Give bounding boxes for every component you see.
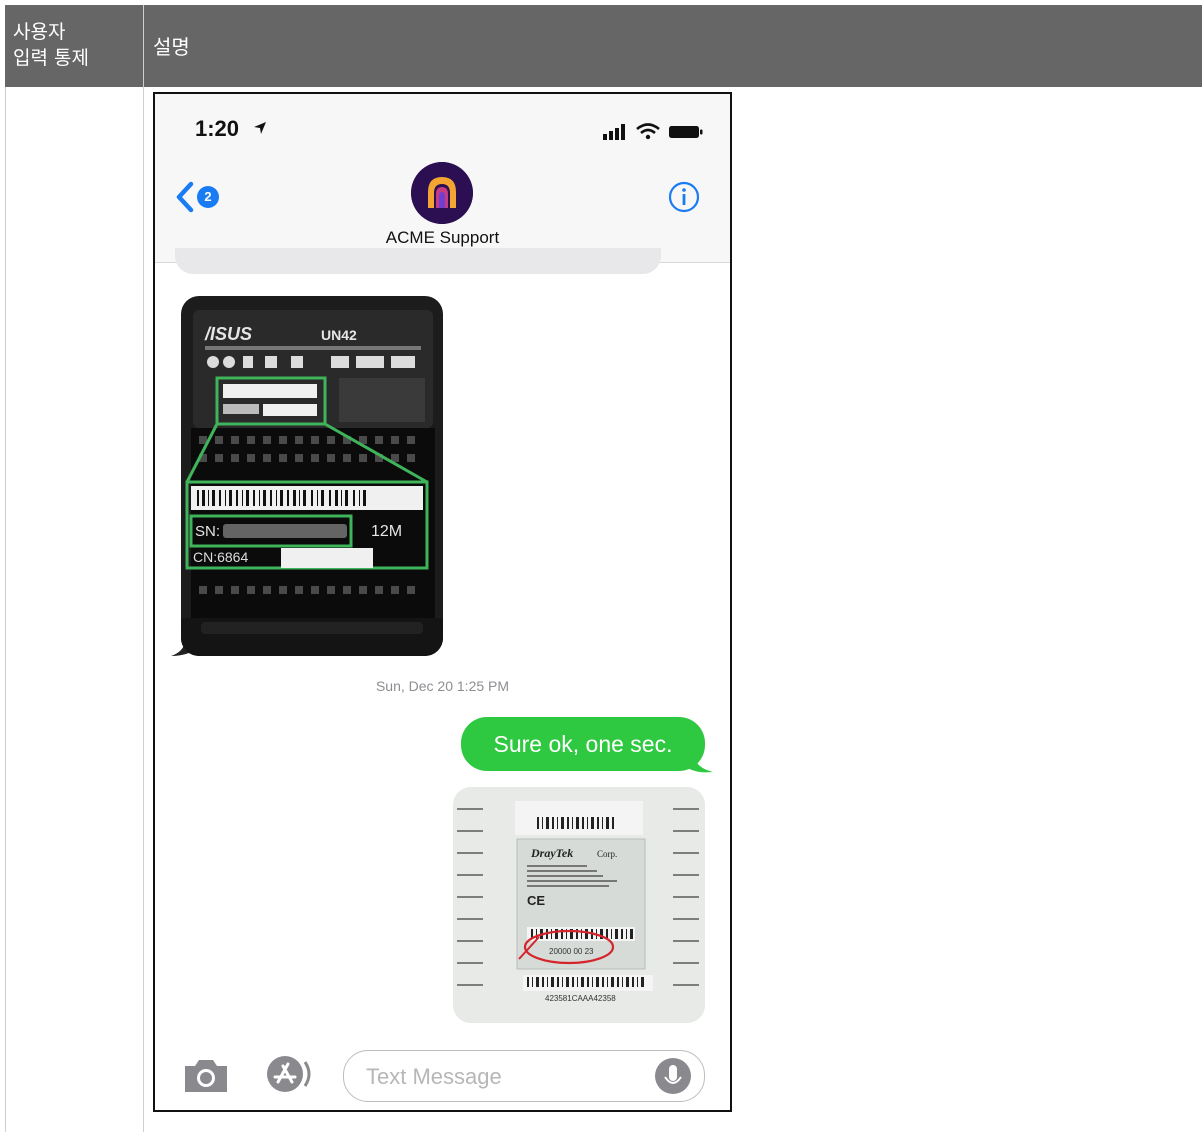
battery-icon: [669, 126, 703, 138]
label-cn: CN:6864: [193, 549, 248, 565]
label-brand: /ISUS: [204, 324, 252, 344]
app-store-icon[interactable]: [261, 1052, 321, 1096]
header-cell-user-input-control: 사용자 입력 통제: [5, 5, 144, 87]
label-sn: SN:: [195, 523, 220, 540]
compose-bar: Text Message: [155, 1038, 730, 1110]
contact-name[interactable]: ACME Support: [155, 228, 730, 248]
label-sn-suffix: 12M: [371, 523, 402, 540]
svg-text:CE: CE: [527, 893, 545, 908]
info-icon[interactable]: [667, 180, 701, 214]
wifi-icon: [636, 123, 660, 135]
status-time: 1:20: [195, 116, 240, 141]
sent-draytek-label-image[interactable]: DrayTek Corp. CE 20000 00 23 423581CAAA4…: [453, 787, 705, 1023]
header-label-user-input-control: 사용자 입력 통제: [13, 21, 89, 69]
message-input[interactable]: Text Message: [343, 1050, 705, 1102]
table-column-divider: [143, 87, 144, 1132]
unread-badge[interactable]: 2: [197, 186, 219, 208]
message-input-placeholder: Text Message: [366, 1064, 502, 1089]
status-icons: [603, 123, 703, 140]
previous-message-bubble: [175, 248, 661, 274]
table-header: 사용자 입력 통제 설명: [5, 5, 1202, 87]
camera-icon[interactable]: [181, 1056, 231, 1096]
received-router-label-image[interactable]: /ISUS UN42 SN: 12M CN:6864: [181, 296, 443, 656]
header-label-description: 설명: [153, 35, 190, 59]
label-serial: 20000 00 23: [549, 947, 594, 956]
microphone-icon[interactable]: [654, 1057, 692, 1095]
label-draytek: DrayTek: [530, 846, 573, 860]
contact-avatar[interactable]: [411, 162, 473, 224]
label-model: UN42: [321, 327, 357, 343]
signal-icon: [603, 124, 625, 140]
label-corp: Corp.: [597, 849, 617, 859]
message-timestamp: Sun, Dec 20 1:25 PM: [375, 678, 510, 694]
table-left-border: [5, 87, 6, 1132]
conversation-header: 1:20 2 ACME Support: [155, 94, 730, 263]
messages-screenshot: 1:20 2 ACME Support /ISUS UN42 SN: 12M C…: [153, 92, 732, 1112]
sent-message-bubble[interactable]: Sure ok, one sec.: [461, 717, 705, 771]
label-bottom-code: 423581CAAA42358: [545, 994, 616, 1003]
location-arrow-icon: [254, 122, 266, 134]
